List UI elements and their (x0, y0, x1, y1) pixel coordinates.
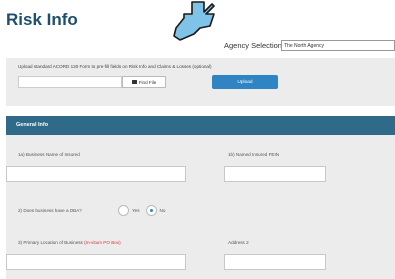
primary-location-label-text: 3) Primary Location of Business (18, 240, 83, 245)
page-title: Risk Info (6, 10, 78, 29)
agency-selection-label: Agency Selection (224, 41, 282, 50)
section-header: General Info (6, 116, 395, 135)
business-name-input[interactable] (6, 166, 186, 182)
upload-panel: Upload standard ACORD 130 Form to pre-fi… (6, 58, 395, 106)
fein-label: 1b) Named Insured FEIN (228, 152, 280, 157)
agency-select[interactable]: The North Agency (281, 40, 395, 51)
pointer-arrow-icon (173, 1, 215, 41)
dba-yes-label: Yes (132, 208, 140, 213)
address2-input[interactable] (224, 254, 326, 270)
upload-button[interactable]: Upload (212, 75, 278, 89)
find-file-button[interactable]: Find File (122, 76, 166, 88)
primary-location-label: 3) Primary Location of Business (In-vitu… (18, 240, 121, 245)
dba-no-radio[interactable] (145, 205, 157, 216)
dba-no-label: No (159, 208, 166, 213)
upload-instructions: Upload standard ACORD 130 Form to pre-fi… (18, 64, 212, 69)
file-path-input[interactable] (18, 76, 122, 88)
address2-label: Address 2 (228, 240, 249, 245)
folder-icon (131, 80, 137, 84)
fein-input[interactable] (224, 166, 326, 182)
general-info-section: General Info 1a) Business Name of Insure… (6, 116, 395, 279)
dba-radio-group: Yes No (118, 205, 168, 216)
dba-yes-radio[interactable] (118, 205, 129, 216)
find-file-label: Find File (138, 79, 157, 85)
primary-location-input[interactable] (6, 254, 186, 270)
dba-label: 2) Does business have a DBA? (18, 208, 82, 213)
primary-location-note: (In-vitum PO Box) (84, 240, 121, 245)
business-name-label: 1a) Business Name of Insured (18, 152, 80, 157)
